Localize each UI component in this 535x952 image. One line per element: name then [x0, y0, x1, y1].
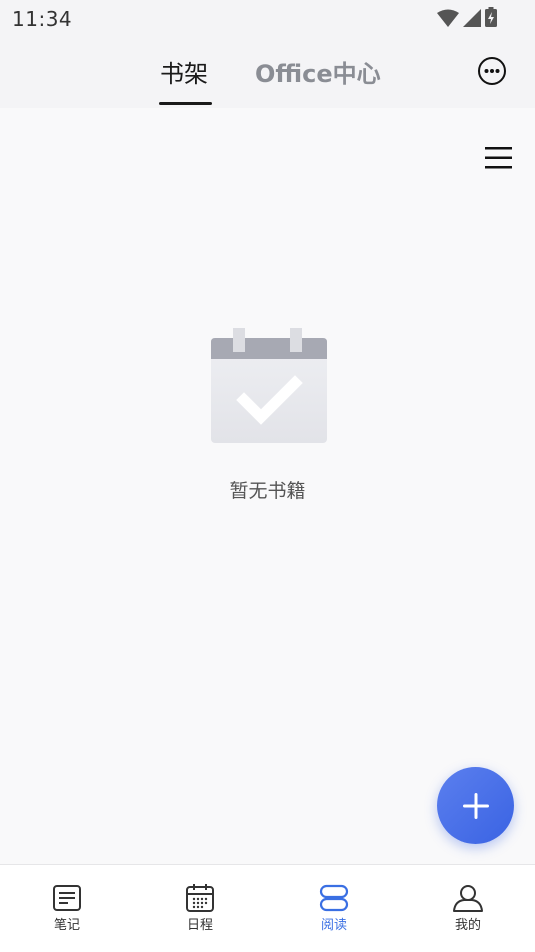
nav-label-profile: 我的: [454, 918, 481, 933]
nav-label-reading: 阅读: [320, 918, 347, 933]
list-menu-button[interactable]: [484, 144, 514, 172]
menu-icon: [485, 147, 512, 169]
wifi-icon: [437, 9, 459, 27]
bottom-nav: 笔记 日程 阅读 我的: [0, 864, 535, 952]
nav-label-notes: 笔记: [53, 918, 80, 933]
battery-icon: [485, 7, 497, 27]
active-tab-indicator: [159, 102, 212, 105]
empty-state-calendar-icon: [210, 328, 328, 444]
tab-bookshelf[interactable]: 书架: [160, 54, 208, 89]
nav-item-schedule[interactable]: 日程: [160, 883, 240, 933]
nav-item-profile[interactable]: 我的: [428, 883, 508, 933]
status-icons: [437, 7, 497, 27]
empty-state-message: 暂无书籍: [229, 480, 306, 502]
reading-icon: [319, 884, 349, 912]
nav-item-notes[interactable]: 笔记: [27, 883, 107, 933]
nav-item-reading[interactable]: 阅读: [294, 883, 374, 933]
tab-office-center[interactable]: Office中心: [255, 54, 381, 89]
status-bar: 11:34: [0, 0, 535, 36]
signal-icon: [463, 9, 481, 27]
header: 书架 Office中心: [0, 36, 535, 108]
more-icon: [478, 57, 506, 85]
note-icon: [53, 885, 81, 911]
profile-icon: [453, 885, 483, 912]
plus-icon: [462, 792, 489, 819]
calendar-icon: [186, 884, 214, 912]
add-book-button[interactable]: [437, 767, 514, 844]
more-options-button[interactable]: [477, 56, 507, 86]
nav-label-schedule: 日程: [186, 918, 213, 933]
status-time: 11:34: [12, 7, 73, 31]
